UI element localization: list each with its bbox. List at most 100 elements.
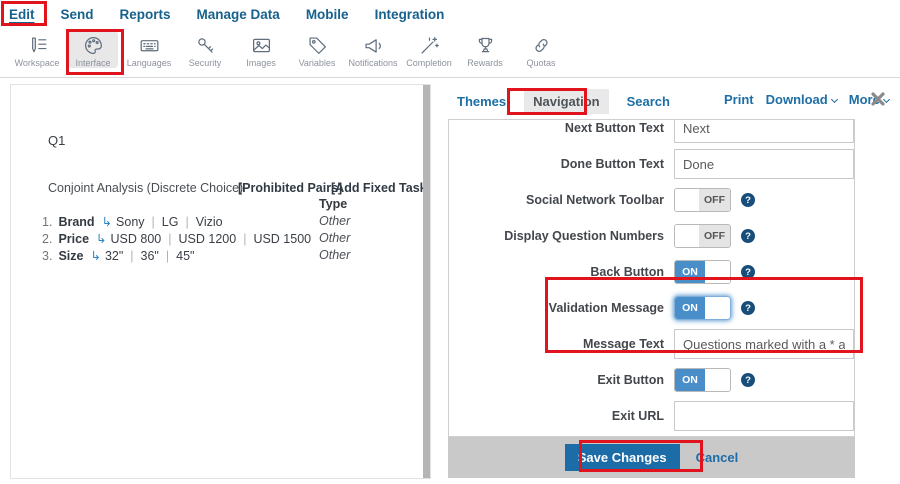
toggle-state-label: OFF xyxy=(699,225,730,247)
toolbar-item-label: Security xyxy=(189,58,222,68)
social-network-toolbar-toggle[interactable]: OFF xyxy=(674,188,731,212)
toolbar-item-rewards[interactable]: Rewards xyxy=(460,31,510,68)
nav-item-mobile[interactable]: Mobile xyxy=(306,7,349,22)
toolbar-item-label: Notifications xyxy=(348,58,397,68)
panel-actions: PrintDownloadMore xyxy=(724,92,889,107)
toggle-knob xyxy=(705,297,730,319)
toolbar-item-languages[interactable]: Languages xyxy=(124,31,174,68)
message-text-input[interactable] xyxy=(674,329,854,359)
attribute-level: USD 1500 xyxy=(253,232,311,246)
prohibited-pairs-link[interactable]: [Prohibited Pairs] xyxy=(238,181,342,195)
field-label: Next Button Text xyxy=(449,121,664,135)
cancel-link[interactable]: Cancel xyxy=(696,450,739,465)
nav-item-integration[interactable]: Integration xyxy=(375,7,445,22)
rewards-icon xyxy=(475,34,496,56)
next-button-text-input[interactable] xyxy=(674,119,854,143)
toggle-state-label: ON xyxy=(675,369,705,391)
level-arrow-icon: ↳ xyxy=(90,249,100,263)
attribute-name: Brand xyxy=(58,215,94,229)
level-arrow-icon: ↳ xyxy=(96,232,106,246)
attribute-number: 2. xyxy=(42,232,52,246)
field-label: Validation Message xyxy=(449,301,664,315)
toggle-state-label: ON xyxy=(675,261,705,283)
add-fixed-tasks-link[interactable]: [Add Fixed Tasks xyxy=(331,181,431,195)
toolbar-item-label: Images xyxy=(246,58,276,68)
help-icon[interactable]: ? xyxy=(741,229,755,243)
languages-icon xyxy=(139,34,160,56)
images-icon xyxy=(251,34,272,56)
toolbar-item-notifications[interactable]: Notifications xyxy=(348,31,398,68)
form-row-exit-button: Exit Button ON? xyxy=(449,365,854,395)
toolbar-item-images[interactable]: Images xyxy=(236,31,286,68)
save-changes-button[interactable]: Save Changes xyxy=(565,444,680,471)
toolbar-item-security[interactable]: Security xyxy=(180,31,230,68)
toolbar-item-quotas[interactable]: Quotas xyxy=(516,31,566,68)
type-column-header: Type xyxy=(319,197,347,211)
help-icon[interactable]: ? xyxy=(741,193,755,207)
display-question-numbers-toggle[interactable]: OFF xyxy=(674,224,731,248)
level-separator: | xyxy=(130,249,133,263)
variables-icon xyxy=(307,34,328,56)
toolbar-item-label: Completion xyxy=(406,58,452,68)
level-separator: | xyxy=(152,215,155,229)
back-button-toggle[interactable]: ON xyxy=(674,260,731,284)
attribute-row: 2.Price↳USD 800|USD 1200|USD 1500Other xyxy=(42,231,420,248)
attribute-level: LG xyxy=(162,215,179,229)
toggle-state-label: OFF xyxy=(699,189,730,211)
question-id: Q1 xyxy=(48,133,65,148)
help-icon[interactable]: ? xyxy=(741,265,755,279)
field-label: Social Network Toolbar xyxy=(449,193,664,207)
exit-url-input[interactable] xyxy=(674,401,854,431)
toolbar-item-label: Rewards xyxy=(467,58,503,68)
nav-item-send[interactable]: Send xyxy=(61,7,94,22)
form-row-next-button-text: Next Button Text xyxy=(449,119,854,143)
quotas-icon xyxy=(531,34,552,56)
toolbar-item-interface[interactable]: Interface xyxy=(68,31,118,68)
download-link[interactable]: Download xyxy=(766,92,837,107)
toggle-knob xyxy=(705,369,730,391)
form-row-validation-message: Validation Message ON? xyxy=(449,293,854,323)
attribute-level: 36" xyxy=(141,249,159,263)
survey-preview-panel: Q1 Conjoint Analysis (Discrete Choice) [… xyxy=(10,84,431,479)
toolbar-item-completion[interactable]: Completion xyxy=(404,31,454,68)
nav-item-reports[interactable]: Reports xyxy=(120,7,171,22)
form-row-social-network-toolbar: Social Network Toolbar OFF? xyxy=(449,185,854,215)
field-label: Message Text xyxy=(449,337,664,351)
attribute-type: Other xyxy=(319,231,350,245)
edit-toolbar: WorkspaceInterfaceLanguages Security Image… xyxy=(0,28,900,78)
toolbar-item-variables[interactable]: Variables xyxy=(292,31,342,68)
attribute-name: Size xyxy=(58,249,83,263)
level-arrow-icon: ↳ xyxy=(102,215,112,229)
field-label: Display Question Numbers xyxy=(449,229,664,243)
form-row-display-question-numbers: Display Question Numbers OFF? xyxy=(449,221,854,251)
nav-item-manage-data[interactable]: Manage Data xyxy=(197,7,280,22)
help-icon[interactable]: ? xyxy=(741,301,755,315)
top-navigation: Edit Send Reports Manage Data Mobile Integrat… xyxy=(0,0,900,28)
form-row-done-button-text: Done Button Text xyxy=(449,149,854,179)
help-icon[interactable]: ? xyxy=(741,373,755,387)
attribute-type: Other xyxy=(319,248,350,262)
validation-message-toggle[interactable]: ON xyxy=(674,296,731,320)
attribute-row: 3.Size↳32"|36"|45"Other xyxy=(42,248,420,265)
done-button-text-input[interactable] xyxy=(674,149,854,179)
attribute-level: USD 1200 xyxy=(179,232,237,246)
preview-scrollbar[interactable] xyxy=(423,85,430,478)
toolbar-item-workspace[interactable]: Workspace xyxy=(12,31,62,68)
toggle-knob xyxy=(705,261,730,283)
exit-button-toggle[interactable]: ON xyxy=(674,368,731,392)
attribute-list: 1.Brand↳Sony|LG|VizioOther2.Price↳USD 80… xyxy=(42,214,420,265)
chevron-down-icon xyxy=(831,96,838,103)
tab-themes[interactable]: Themes xyxy=(448,89,515,114)
attribute-level: USD 800 xyxy=(111,232,162,246)
print-link[interactable]: Print xyxy=(724,92,754,107)
tab-search[interactable]: Search xyxy=(618,89,679,114)
field-label: Exit URL xyxy=(449,409,664,423)
close-icon[interactable] xyxy=(869,90,887,108)
tab-navigation[interactable]: Navigation xyxy=(524,89,608,114)
nav-item-edit[interactable]: Edit xyxy=(9,7,35,22)
toggle-state-label: ON xyxy=(675,297,705,319)
workspace-icon xyxy=(27,34,48,56)
attribute-row: 1.Brand↳Sony|LG|VizioOther xyxy=(42,214,420,231)
field-label: Exit Button xyxy=(449,373,664,387)
form-row-exit-url: Exit URL xyxy=(449,401,854,431)
